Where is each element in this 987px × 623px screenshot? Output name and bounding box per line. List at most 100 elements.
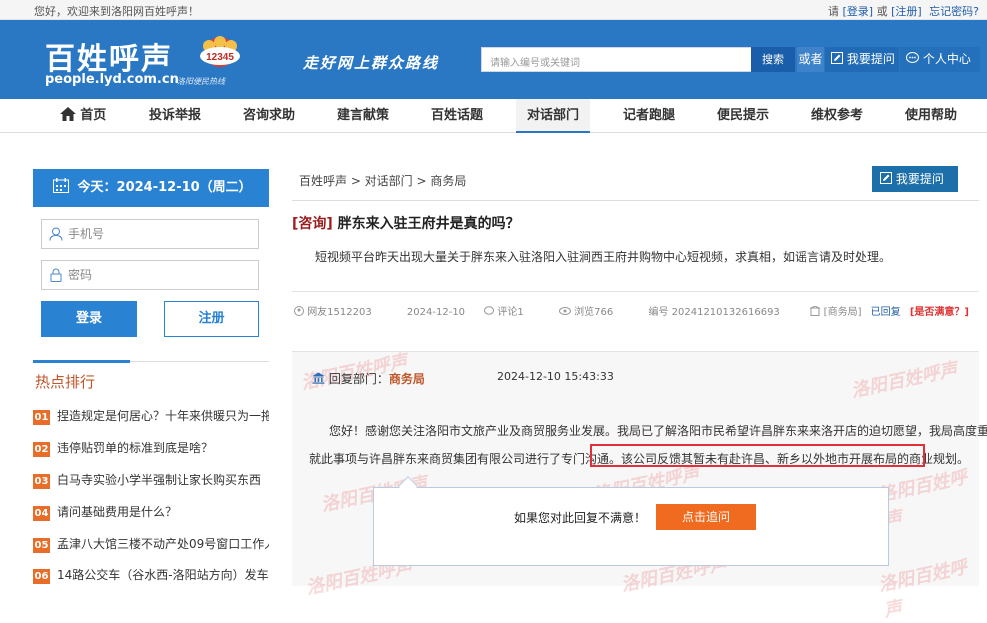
meta-comments-count: 评论1 [497,307,524,318]
meta-number: 编号 20241210132616693 [648,307,780,318]
nav-reporter[interactable]: 记者跑腿 [614,99,684,133]
replied-status: 已回复 [870,307,901,318]
edit-icon [831,52,843,64]
hot-item-text: 捏造规定是何居心？十年来供暖只为一拖 [57,409,269,423]
meta-views-count: 浏览766 [574,307,614,318]
main-nav: 首页 投诉举报 咨询求助 建言献策 百姓话题 对话部门 记者跑腿 便民提示 维权… [0,99,987,133]
chat-icon [906,52,919,63]
hot-item-number: 01 [33,410,50,425]
or-text: 或 [876,5,888,18]
home-icon [59,107,76,121]
account-links: 请 [登录] 或 [注册] 忘记密码? [828,3,979,19]
nav-rights[interactable]: 维权参考 [802,99,872,133]
nav-home[interactable]: 首页 [50,99,116,133]
nav-topics[interactable]: 百姓话题 [422,99,492,133]
hot-item[interactable]: 01 捏造规定是何居心？十年来供暖只为一拖 [33,407,269,427]
search-button[interactable]: 搜索 [751,47,795,72]
site-slogan: 走好网上群众路线 [303,54,440,72]
highlight-box [590,444,925,467]
nav-departments[interactable]: 对话部门 [516,99,590,133]
question-tag: [咨询] [292,216,333,232]
ask-question-button[interactable]: 我要提问 [872,166,958,192]
hot-divider-accent [33,360,130,363]
hot-item-number: 06 [33,569,50,584]
hot-item-number: 02 [33,442,50,457]
hot-item-text: 14路公交车（谷水西-洛阳站方向）发车 [57,568,269,582]
password-field[interactable]: 密码 [41,260,259,290]
nav-home-label: 首页 [80,108,107,123]
top-bar: 您好，欢迎来到洛阳网百姓呼声！ 请 [登录] 或 [注册] 忘记密码? [0,0,987,20]
question-status: [商务局] 已回复 [是否满意？] [810,303,969,318]
eye-icon [558,307,571,315]
search-input[interactable]: 请输入编号或关键词 [481,47,751,72]
government-icon [312,372,325,384]
login-link[interactable]: [登录] [842,5,873,18]
hot-item[interactable]: 06 14路公交车（谷水西-洛阳站方向）发车 [33,566,269,586]
user-center-button[interactable]: 个人中心 [900,47,980,72]
reply-timestamp: 2024-12-10 15:43:33 [497,370,614,383]
reply-dept-name: 商务局 [388,372,425,386]
follow-up-button[interactable]: 点击追问 [656,504,756,530]
question-title-text: 胖东来入驻王府井是真的吗？ [337,216,520,232]
calendar-icon [53,178,69,193]
login-button[interactable]: 登录 [41,301,137,337]
hot-item-text: 白马寺实验小学半强制让家长购买东西 [57,473,262,487]
meta-comments[interactable]: 评论1 [484,306,543,318]
reply-text-line: 您好！感谢您关注洛阳市文旅产业及商贸服务业发展。我局已了解洛阳市民希望许昌胖东来… [329,424,987,438]
badge-number: 12345 [206,52,234,63]
hot-item-text: 违停贴罚单的标准到底是啥？ [57,441,214,455]
question-meta: 网友1512203 2024-12-10 评论1 浏览766 编号 202412… [294,303,796,318]
nav-consult[interactable]: 咨询求助 [234,99,304,133]
satisfaction-link[interactable]: [是否满意？] [910,307,969,318]
hot-item-text: 请问基础费用是什么？ [57,505,178,519]
building-icon [810,305,821,316]
hot-item[interactable]: 02 违停贴罚单的标准到底是啥？ [33,439,269,459]
lock-icon [50,268,62,282]
hot-item-number: 03 [33,474,50,489]
user-circle-icon [294,306,304,316]
header-ask-label: 我要提问 [846,52,895,66]
phone-placeholder: 手机号 [68,227,105,241]
reply-department: 回复部门：商务局 [312,370,425,387]
hotline-badge-icon: 12345 [200,36,240,67]
hot-item-text: 孟津八大馆三楼不动产处09号窗口工作人 [57,537,269,551]
forgot-password-link[interactable]: 忘记密码? [929,5,979,18]
comment-icon [484,306,495,315]
reply-label: 回复部门： [328,372,389,386]
hot-item[interactable]: 03 白马寺实验小学半强制让家长购买东西 [33,471,269,491]
register-link[interactable]: [注册] [891,5,922,18]
popup-message: 如果您对此回复不满意！ [514,511,647,525]
question-body: 短视频平台昨天出现大量关于胖东来入驻洛阳入驻涧西王府井购物中心短视频，求真相，如… [315,250,892,264]
nav-suggestions[interactable]: 建言献策 [328,99,398,133]
hot-item[interactable]: 04 请问基础费用是什么？ [33,503,269,523]
meta-user: 网友1512203 [294,306,391,318]
please-text: 请 [827,5,839,18]
nav-complaints[interactable]: 投诉举报 [140,99,210,133]
today-date-text: 今天：2024-12-10（周二） [77,180,252,195]
register-button[interactable]: 注册 [164,301,259,337]
meta-date: 2024-12-10 [406,307,466,318]
meta-views: 浏览766 [558,307,632,318]
breadcrumb[interactable]: 百姓呼声 > 对话部门 > 商务局 [299,172,466,189]
hot-item-number: 04 [33,506,50,521]
or-label: 或者 [797,47,824,72]
badge-subtitle: 洛阳便民热线 [177,77,225,86]
hot-item[interactable]: 05 孟津八大馆三楼不动产处09号窗口工作人 [33,535,269,555]
welcome-text: 您好，欢迎来到洛阳网百姓呼声！ [34,5,199,18]
user-icon [49,227,63,241]
hot-ranking-title: 热点排行 [35,373,96,391]
nav-help[interactable]: 使用帮助 [896,99,966,133]
meta-divider [292,291,979,292]
today-date-banner: 今天：2024-12-10（周二） [33,169,269,207]
logo-domain: people.lyd.com.cn [45,72,179,87]
user-center-label: 个人中心 [922,52,971,66]
header-ask-button[interactable]: 我要提问 [825,47,899,72]
meta-user-name: 网友1512203 [307,307,372,318]
content-divider [292,200,979,201]
question-title: [咨询] 胖东来入驻王府井是真的吗？ [292,213,520,233]
password-placeholder: 密码 [68,268,93,282]
edit-icon [880,172,892,184]
ask-question-label: 我要提问 [895,172,944,186]
nav-tips[interactable]: 便民提示 [708,99,778,133]
phone-field[interactable]: 手机号 [41,219,259,249]
